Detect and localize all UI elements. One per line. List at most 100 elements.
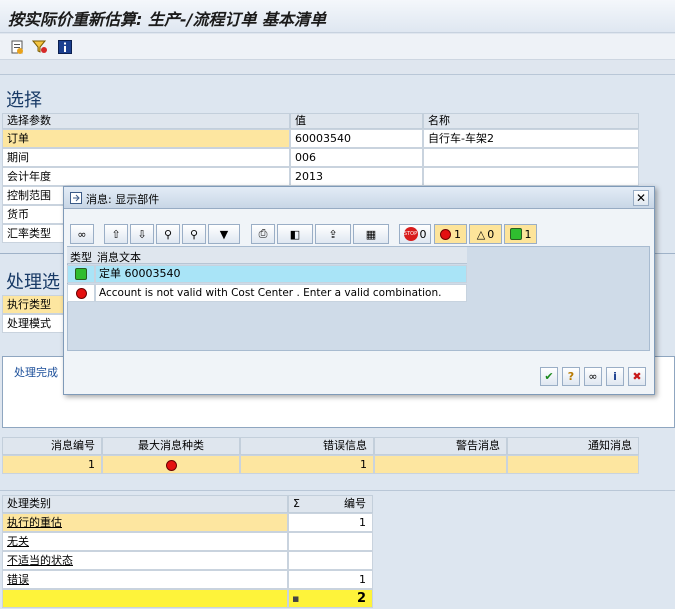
col-msg-no: 消息编号 [2,437,102,455]
error-count-button[interactable]: 1 [434,224,467,244]
dialog-icon [70,192,82,204]
col-max-type: 最大消息种类 [102,437,240,455]
close-icon: ✕ [635,191,647,205]
sigma-label: Σ [293,497,300,510]
sort-desc-button[interactable]: ⇩ [130,224,154,244]
dialog-close-button[interactable]: ✕ [633,190,649,206]
export-button[interactable]: ⇪ [315,224,351,244]
count-improper-status [288,551,373,570]
col-message-text: 消息文本 [97,251,141,264]
find-next-icon: ⚲ [189,227,199,241]
find-button[interactable]: ⚲ [156,224,180,244]
help-icon: ? [567,370,575,383]
layout-grid-icon: ▦ [365,227,377,241]
category-irrelevant[interactable]: 无关 [2,532,288,551]
error-status-icon [165,460,177,471]
total-label-cell [2,589,288,608]
total-count: 2 [356,591,366,606]
col-errors: 错误信息 [240,437,374,455]
summary-max-type [102,455,240,474]
col-warnings: 警告消息 [374,437,507,455]
param-order: 订单 [2,129,290,148]
warning-count: 0 [487,227,495,241]
col-header-param: 选择参数 [2,113,290,129]
dialog-title: 消息: 显示部件 [86,193,160,206]
col-count-header: Σ 编号 [288,495,373,513]
print-icon: ⎙ [258,227,268,240]
processing-section-title: 处理选 [6,272,60,293]
success-count: 1 [524,227,532,241]
glasses-icon: ∞ [588,370,598,383]
error-icon [75,287,87,299]
confirm-button[interactable]: ✔ [540,367,558,386]
export-icon: ⇪ [328,227,338,241]
cancel-button[interactable]: ✖ [628,367,646,386]
binoculars-icon: ⚲ [163,227,173,241]
error-count: 1 [454,227,461,241]
error-icon [440,228,451,240]
filter-funnel-icon: ▼ [219,227,229,241]
window-title: 按实际价重新估算: 生产-/流程订单 基本清单 [8,10,327,29]
refresh-doc-icon[interactable] [9,39,25,55]
stop-icon: STOP [403,227,418,241]
summary-msg-no: 1 [2,455,102,474]
count-irrelevant [288,532,373,551]
info-icon: i [613,370,617,383]
sort-asc-button[interactable]: ⇧ [104,224,128,244]
check-icon: ✔ [544,370,554,383]
warning-count-button[interactable]: △ 0 [469,224,502,244]
cancel-icon: ✖ [632,370,642,383]
success-icon [509,228,522,240]
stop-count: 0 [419,227,427,241]
message-row-2-text[interactable]: Account is not valid with Cost Center . … [95,284,467,302]
filter-icon[interactable] [32,39,48,55]
stop-count-button[interactable]: STOP 0 [399,224,431,244]
find-next-button[interactable]: ⚲ [182,224,206,244]
value-order[interactable]: 60003540 [290,129,423,148]
count-revalued: 1 [288,513,373,532]
views-icon: ◧ [289,227,301,241]
value-period[interactable]: 006 [290,148,423,167]
total-cell: ▪ 2 [288,589,373,608]
message-row-1-text[interactable]: 定单 60003540 [95,265,467,283]
views-button[interactable]: ◧ [277,224,313,244]
filter-button[interactable]: ▼ [208,224,240,244]
application-toolbar [0,34,675,60]
details-footer-button[interactable]: ∞ [584,367,602,386]
count-label: 编号 [344,497,366,510]
category-error[interactable]: 错误 [2,570,288,589]
category-improper-status[interactable]: 不适当的状态 [2,551,288,570]
summary-warnings [374,455,507,474]
warning-icon: △ [476,227,486,241]
info-footer-button[interactable]: i [606,367,624,386]
col-type: 类型 [70,251,92,264]
col-header-value: 值 [290,113,423,129]
sort-desc-icon: ⇩ [137,227,147,241]
print-button[interactable]: ⎙ [251,224,275,244]
count-error: 1 [288,570,373,589]
col-notices: 通知消息 [507,437,639,455]
details-button[interactable]: ∞ [70,224,94,244]
value-fiscal-year[interactable]: 2013 [290,167,423,186]
param-fiscal-year: 会计年度 [2,167,290,186]
col-header-name: 名称 [423,113,639,129]
param-period: 期间 [2,148,290,167]
success-icon [75,268,87,280]
summary-errors: 1 [240,455,374,474]
name-order: 自行车-车架2 [423,129,639,148]
status-text: 处理完成 [14,366,58,379]
message-row-1-type[interactable] [67,265,95,283]
success-count-button[interactable]: 1 [504,224,537,244]
col-category: 处理类别 [2,495,288,513]
category-revalued[interactable]: 执行的重估 [2,513,288,532]
total-marker: ▪ [292,592,300,605]
message-row-2-type[interactable] [67,284,95,302]
sort-asc-icon: ⇧ [111,227,121,241]
layout-button[interactable]: ▦ [353,224,389,244]
help-button[interactable]: ? [562,367,580,386]
glasses-icon: ∞ [77,227,87,241]
name-period [423,148,639,167]
selection-section-title: 选择 [6,90,42,111]
info-icon[interactable] [57,39,73,55]
name-fiscal-year [423,167,639,186]
